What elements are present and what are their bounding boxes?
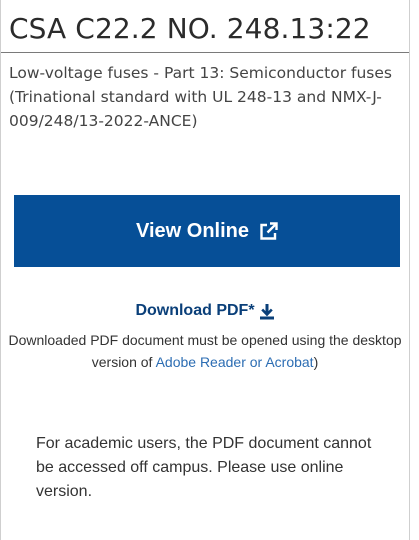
download-note-closing: ) — [313, 354, 319, 370]
download-section: Download PDF* — [1, 302, 409, 320]
download-icon — [259, 303, 275, 320]
download-pdf-label: Download PDF* — [135, 302, 255, 319]
standard-description: Low-voltage fuses - Part 13: Semiconduct… — [9, 64, 392, 130]
download-note: Downloaded PDF document must be opened u… — [1, 329, 409, 373]
view-online-label: View Online — [136, 219, 249, 242]
title-divider — [1, 52, 409, 53]
standard-title: CSA C22.2 NO. 248.13:22 — [9, 12, 371, 45]
academic-notice: For academic users, the PDF document can… — [36, 435, 372, 500]
adobe-reader-link[interactable]: Adobe Reader or Acrobat — [156, 354, 314, 370]
external-link-icon — [259, 221, 278, 241]
view-online-button[interactable]: View Online — [14, 195, 400, 267]
download-pdf-link[interactable]: Download PDF* — [135, 302, 274, 320]
standard-card: CSA C22.2 NO. 248.13:22 Low-voltage fuse… — [0, 0, 410, 540]
